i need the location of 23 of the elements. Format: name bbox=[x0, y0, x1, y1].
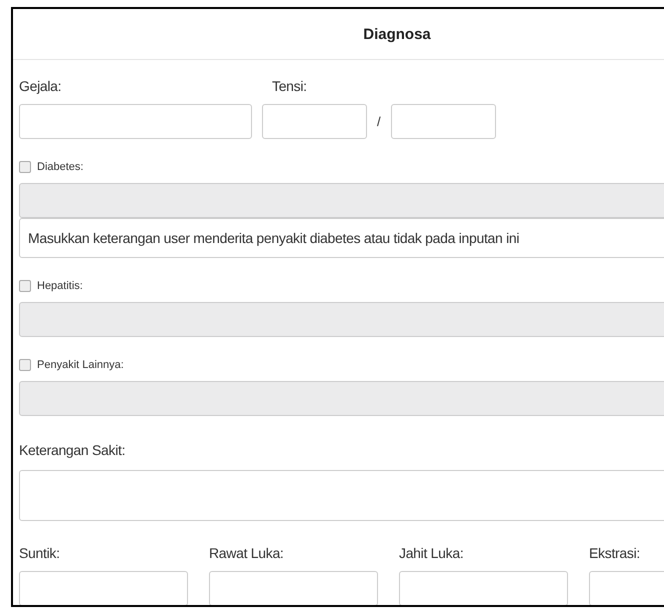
card-title: Diagnosa bbox=[363, 26, 431, 42]
hint-text: Masukkan keterangan user menderita penyakit diabetes atau tidak pada inputan ini bbox=[19, 218, 664, 258]
input-field[interactable] bbox=[399, 571, 568, 605]
input-field[interactable] bbox=[209, 571, 378, 605]
checkbox-label: Diabetes: bbox=[37, 161, 84, 173]
field-label: Ekstrasi: bbox=[589, 545, 641, 561]
checkbox[interactable] bbox=[19, 161, 31, 173]
field-label: Gejala: bbox=[19, 78, 62, 94]
checkbox[interactable] bbox=[19, 359, 31, 371]
textarea-field[interactable] bbox=[19, 470, 664, 521]
input-field[interactable] bbox=[390, 104, 496, 139]
separator-text: / bbox=[377, 114, 381, 129]
checkbox[interactable] bbox=[19, 280, 31, 292]
field-label: Keterangan Sakit: bbox=[19, 442, 126, 458]
input-field[interactable] bbox=[262, 104, 367, 139]
input-field[interactable] bbox=[19, 104, 252, 139]
checkbox-label: Penyakit Lainnya: bbox=[37, 359, 124, 371]
input-field[interactable] bbox=[19, 571, 188, 605]
field-label: Rawat Luka: bbox=[209, 545, 285, 561]
field-label: Suntik: bbox=[19, 545, 61, 561]
field-label: Tensi: bbox=[272, 78, 308, 94]
checkbox-label: Hepatitis: bbox=[37, 280, 83, 292]
field-label: Jahit Luka: bbox=[399, 545, 464, 561]
